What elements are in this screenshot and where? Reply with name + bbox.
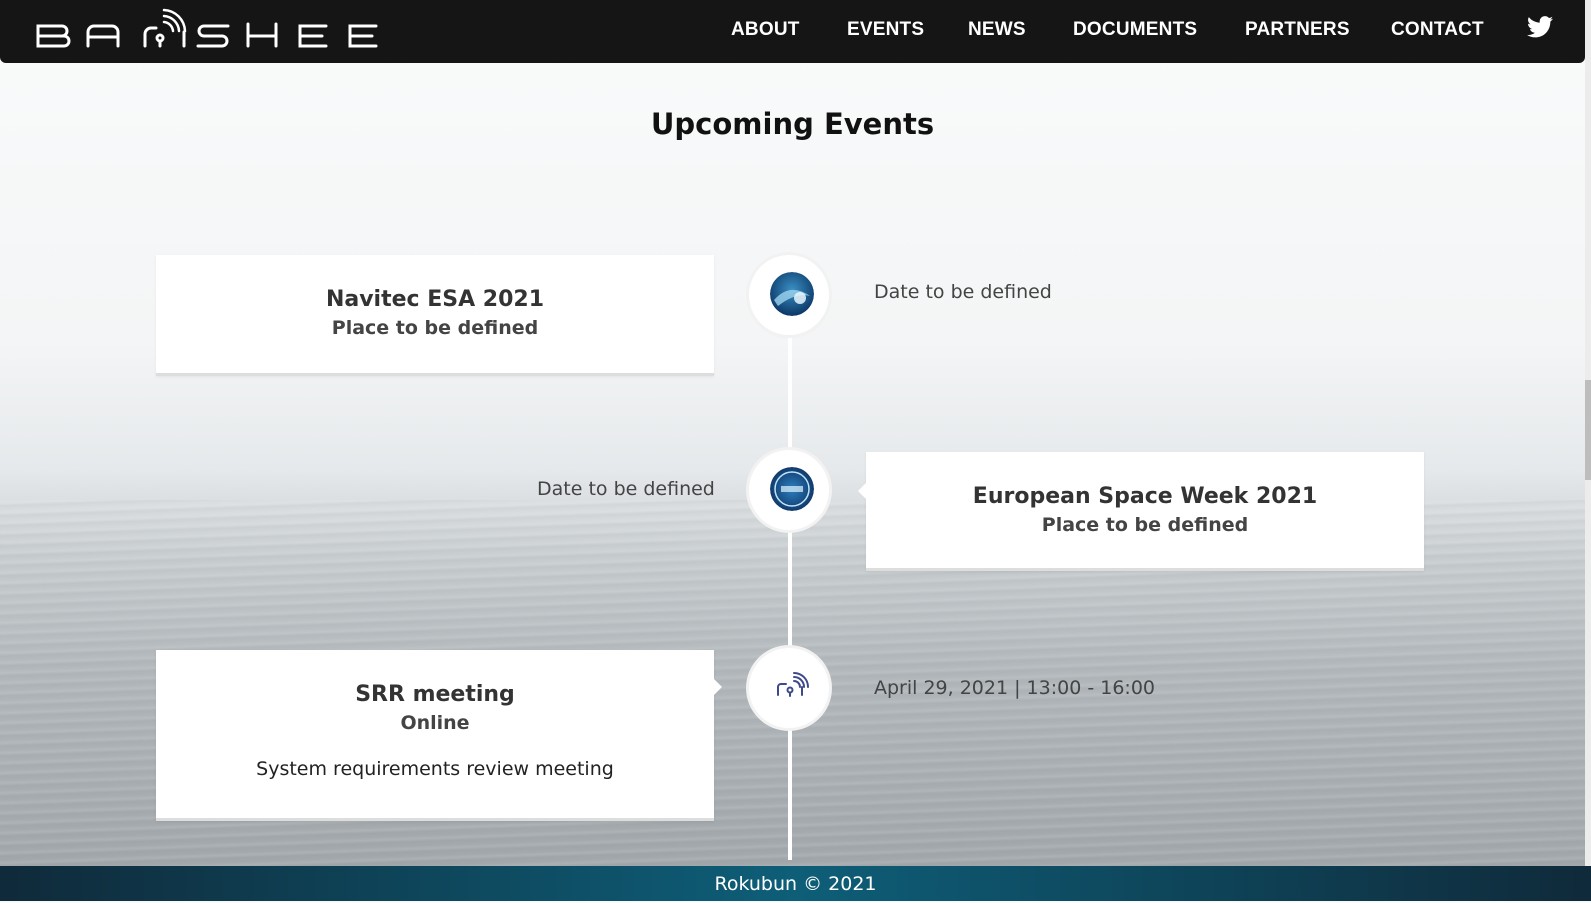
event-card-srr-meeting[interactable]: SRR meeting Online System requirements r… [156, 650, 722, 821]
footer: Rokubun © 2021 [0, 866, 1591, 901]
event-description: System requirements review meeting [256, 758, 614, 780]
timeline-node [749, 255, 829, 335]
card-pointer [713, 678, 722, 696]
event-title: Navitec ESA 2021 [325, 287, 545, 312]
event-place: Place to be defined [331, 317, 539, 339]
space-week-logo-icon [770, 467, 814, 511]
navitec-logo-icon [770, 272, 814, 316]
timeline-line [788, 290, 792, 860]
nav-events[interactable]: EVENTS [847, 19, 924, 41]
timeline-node [749, 648, 829, 728]
event-date: Date to be defined [874, 281, 1052, 303]
card-pointer [858, 482, 867, 500]
nav-documents[interactable]: DOCUMENTS [1073, 19, 1197, 41]
nav-about[interactable]: ABOUT [731, 19, 800, 41]
nav-news[interactable]: NEWS [968, 19, 1026, 41]
scrollbar-thumb[interactable] [1585, 380, 1591, 480]
event-card-navitec[interactable]: Navitec ESA 2021 Place to be defined [156, 255, 714, 376]
event-title: SRR meeting [355, 682, 515, 707]
event-date: Date to be defined [537, 478, 715, 500]
banshee-signal-icon [777, 672, 809, 697]
page-title: Upcoming Events [650, 107, 935, 141]
timeline-node [749, 450, 829, 530]
event-place: Online [400, 712, 470, 734]
nav-partners[interactable]: PARTNERS [1245, 19, 1350, 41]
event-card-space-week[interactable]: European Space Week 2021 Place to be def… [858, 452, 1424, 571]
event-title: European Space Week 2021 [972, 484, 1318, 509]
twitter-icon[interactable] [1527, 16, 1553, 38]
event-date: April 29, 2021 | 13:00 - 16:00 [874, 677, 1156, 699]
navbar: ABOUT EVENTS NEWS DOCUMENTS PARTNERS CON… [0, 0, 1585, 63]
nav-contact[interactable]: CONTACT [1391, 19, 1484, 41]
footer-copyright: Rokubun © 2021 [714, 873, 877, 895]
event-place: Place to be defined [1041, 514, 1249, 536]
